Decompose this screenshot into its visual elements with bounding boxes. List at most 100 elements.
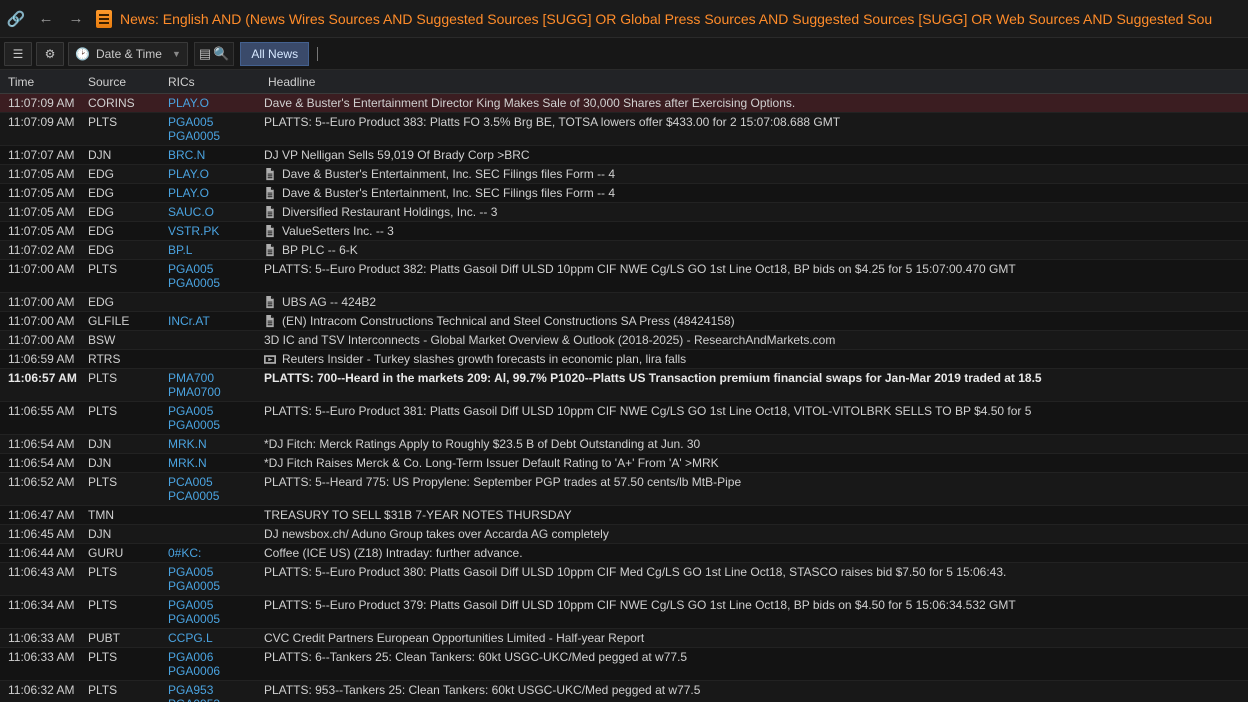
- cell-rics[interactable]: MRK.N: [168, 437, 264, 451]
- ric-link[interactable]: PGA005: [168, 565, 258, 579]
- table-row[interactable]: 11:07:07 AMDJNBRC.NDJ VP Nelligan Sells …: [0, 146, 1248, 165]
- table-row[interactable]: 11:06:33 AMPUBTCCPG.LCVC Credit Partners…: [0, 629, 1248, 648]
- cell-rics[interactable]: PLAY.O: [168, 167, 264, 181]
- table-row[interactable]: 11:06:43 AMPLTSPGA005PGA0005PLATTS: 5--E…: [0, 563, 1248, 596]
- table-row[interactable]: 11:07:00 AMEDGUBS AG -- 424B2: [0, 293, 1248, 312]
- cell-rics[interactable]: PMA700PMA0700: [168, 371, 264, 399]
- table-row[interactable]: 11:06:54 AMDJNMRK.N*DJ Fitch: Merck Rati…: [0, 435, 1248, 454]
- cell-rics[interactable]: PCA005PCA0005: [168, 475, 264, 503]
- ric-link[interactable]: INCr.AT: [168, 314, 258, 328]
- ric-link[interactable]: PGA0005: [168, 612, 258, 626]
- cell-rics[interactable]: CCPG.L: [168, 631, 264, 645]
- ric-link[interactable]: PGA005: [168, 404, 258, 418]
- headline-text: DJ newsbox.ch/ Aduno Group takes over Ac…: [264, 527, 609, 541]
- ric-link[interactable]: PGA0005: [168, 276, 258, 290]
- table-row[interactable]: 11:06:57 AMPLTSPMA700PMA0700PLATTS: 700-…: [0, 369, 1248, 402]
- table-row[interactable]: 11:07:05 AMEDGSAUC.ODiversified Restaura…: [0, 203, 1248, 222]
- filter-button[interactable]: ☰: [4, 42, 32, 66]
- table-row[interactable]: 11:07:05 AMEDGPLAY.ODave & Buster's Ente…: [0, 165, 1248, 184]
- cell-rics[interactable]: PLAY.O: [168, 96, 264, 110]
- ric-link[interactable]: PCA005: [168, 475, 258, 489]
- ric-link[interactable]: PLAY.O: [168, 167, 258, 181]
- cell-rics[interactable]: PGA005PGA0005: [168, 404, 264, 432]
- ric-link[interactable]: PGA005: [168, 115, 258, 129]
- table-row[interactable]: 11:06:55 AMPLTSPGA005PGA0005PLATTS: 5--E…: [0, 402, 1248, 435]
- filter-icon: ☰: [13, 47, 24, 61]
- ric-link[interactable]: PGA0005: [168, 418, 258, 432]
- cell-rics[interactable]: PGA005PGA0005: [168, 598, 264, 626]
- cell-time: 11:06:54 AM: [0, 456, 88, 470]
- ric-link[interactable]: MRK.N: [168, 437, 258, 451]
- nav-back-icon[interactable]: ←: [36, 9, 56, 29]
- table-row[interactable]: 11:06:34 AMPLTSPGA005PGA0005PLATTS: 5--E…: [0, 596, 1248, 629]
- cell-rics[interactable]: PLAY.O: [168, 186, 264, 200]
- table-row[interactable]: 11:07:09 AMCORINSPLAY.ODave & Buster's E…: [0, 94, 1248, 113]
- ric-link[interactable]: PLAY.O: [168, 186, 258, 200]
- table-row[interactable]: 11:07:02 AMEDGBP.LBP PLC -- 6-K: [0, 241, 1248, 260]
- ric-link[interactable]: PCA0005: [168, 489, 258, 503]
- ric-link[interactable]: MRK.N: [168, 456, 258, 470]
- cell-rics[interactable]: PGA005PGA0005: [168, 262, 264, 290]
- table-row[interactable]: 11:07:00 AMBSW3D IC and TSV Interconnect…: [0, 331, 1248, 350]
- table-row[interactable]: 11:07:05 AMEDGVSTR.PKValueSetters Inc. -…: [0, 222, 1248, 241]
- column-header-source[interactable]: Source: [88, 75, 168, 89]
- ric-link[interactable]: PMA700: [168, 371, 258, 385]
- headline-text: PLATTS: 5--Euro Product 380: Platts Gaso…: [264, 565, 1006, 579]
- column-header-headline[interactable]: Headline: [264, 75, 1248, 89]
- cell-rics[interactable]: PGA953PGA0953: [168, 683, 264, 702]
- ric-link[interactable]: SAUC.O: [168, 205, 258, 219]
- cell-rics[interactable]: SAUC.O: [168, 205, 264, 219]
- settings-button[interactable]: ⚙: [36, 42, 64, 66]
- column-header-rics[interactable]: RICs: [168, 75, 264, 89]
- cell-rics[interactable]: PGA005PGA0005: [168, 115, 264, 143]
- cell-rics[interactable]: MRK.N: [168, 456, 264, 470]
- link-icon[interactable]: 🔗: [6, 9, 26, 29]
- ric-link[interactable]: PGA0005: [168, 129, 258, 143]
- ric-link[interactable]: PGA0953: [168, 697, 258, 702]
- cell-headline: Dave & Buster's Entertainment Director K…: [264, 96, 1248, 110]
- table-row[interactable]: 11:06:47 AMTMNTREASURY TO SELL $31B 7-YE…: [0, 506, 1248, 525]
- ric-link[interactable]: PGA0005: [168, 579, 258, 593]
- cell-rics[interactable]: PGA005PGA0005: [168, 565, 264, 593]
- search-input-caret[interactable]: [317, 47, 327, 61]
- cell-source: EDG: [88, 295, 168, 309]
- cell-rics[interactable]: BRC.N: [168, 148, 264, 162]
- table-row[interactable]: 11:07:00 AMGLFILEINCr.AT(EN) Intracom Co…: [0, 312, 1248, 331]
- ric-link[interactable]: PGA953: [168, 683, 258, 697]
- table-row[interactable]: 11:06:59 AMRTRSReuters Insider - Turkey …: [0, 350, 1248, 369]
- cell-rics[interactable]: VSTR.PK: [168, 224, 264, 238]
- table-row[interactable]: 11:06:44 AMGURU0#KC:Coffee (ICE US) (Z18…: [0, 544, 1248, 563]
- cell-rics[interactable]: BP.L: [168, 243, 264, 257]
- ric-link[interactable]: PLAY.O: [168, 96, 258, 110]
- ric-link[interactable]: CCPG.L: [168, 631, 258, 645]
- table-row[interactable]: 11:07:09 AMPLTSPGA005PGA0005PLATTS: 5--E…: [0, 113, 1248, 146]
- cell-source: PLTS: [88, 371, 168, 385]
- table-row[interactable]: 11:06:32 AMPLTSPGA953PGA0953PLATTS: 953-…: [0, 681, 1248, 702]
- table-row[interactable]: 11:06:33 AMPLTSPGA006PGA0006PLATTS: 6--T…: [0, 648, 1248, 681]
- table-row[interactable]: 11:06:54 AMDJNMRK.N*DJ Fitch Raises Merc…: [0, 454, 1248, 473]
- cell-rics[interactable]: INCr.AT: [168, 314, 264, 328]
- ric-link[interactable]: VSTR.PK: [168, 224, 258, 238]
- list-view-icon[interactable]: ▤: [199, 46, 211, 62]
- ric-link[interactable]: PGA006: [168, 650, 258, 664]
- ric-link[interactable]: BP.L: [168, 243, 258, 257]
- cell-time: 11:06:55 AM: [0, 404, 88, 418]
- table-row[interactable]: 11:07:00 AMPLTSPGA005PGA0005PLATTS: 5--E…: [0, 260, 1248, 293]
- search-icon[interactable]: 🔍: [213, 46, 229, 62]
- ric-link[interactable]: PGA0006: [168, 664, 258, 678]
- column-header-time[interactable]: Time: [0, 75, 88, 89]
- ric-link[interactable]: PGA005: [168, 262, 258, 276]
- table-row[interactable]: 11:06:52 AMPLTSPCA005PCA0005PLATTS: 5--H…: [0, 473, 1248, 506]
- table-row[interactable]: 11:06:45 AMDJNDJ newsbox.ch/ Aduno Group…: [0, 525, 1248, 544]
- date-time-dropdown[interactable]: 🕑 Date & Time ▼: [68, 42, 188, 66]
- ric-link[interactable]: 0#KC:: [168, 546, 258, 560]
- cell-rics[interactable]: PGA006PGA0006: [168, 650, 264, 678]
- nav-forward-icon[interactable]: →: [66, 9, 86, 29]
- ric-link[interactable]: BRC.N: [168, 148, 258, 162]
- cell-rics[interactable]: 0#KC:: [168, 546, 264, 560]
- ric-link[interactable]: PGA005: [168, 598, 258, 612]
- tab-all-news[interactable]: All News: [240, 42, 309, 66]
- table-row[interactable]: 11:07:05 AMEDGPLAY.ODave & Buster's Ente…: [0, 184, 1248, 203]
- ric-link[interactable]: PMA0700: [168, 385, 258, 399]
- cell-time: 11:07:07 AM: [0, 148, 88, 162]
